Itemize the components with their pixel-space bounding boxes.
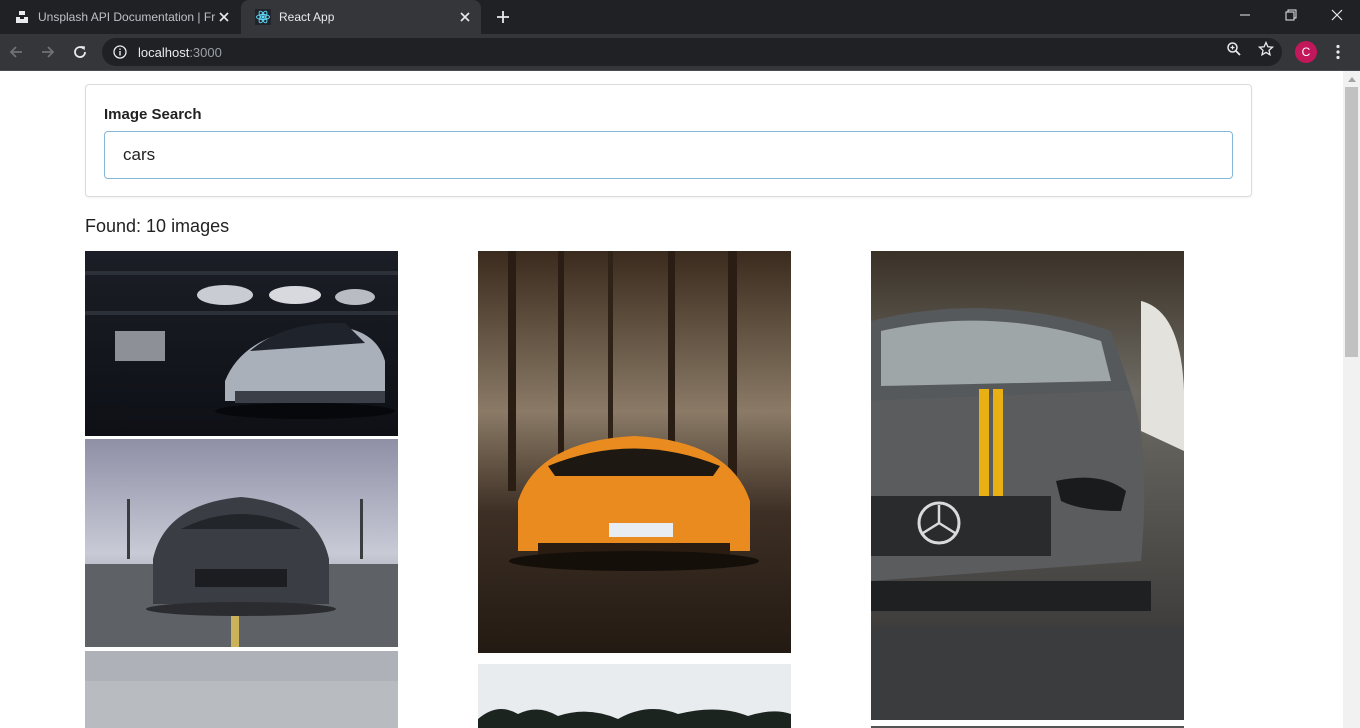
scroll-up-arrow-icon[interactable] bbox=[1343, 71, 1360, 87]
new-tab-icon[interactable] bbox=[490, 5, 516, 29]
tab-strip: Unsplash API Documentation | Fr React Ap… bbox=[0, 0, 1360, 34]
search-label: Image Search bbox=[104, 106, 202, 123]
zoom-icon[interactable] bbox=[1225, 40, 1243, 58]
result-image[interactable] bbox=[85, 439, 398, 647]
result-image[interactable] bbox=[85, 251, 398, 436]
site-info-icon[interactable] bbox=[112, 44, 128, 60]
restore-icon[interactable] bbox=[1268, 0, 1314, 30]
tab-unsplash-docs[interactable]: Unsplash API Documentation | Fr bbox=[0, 0, 240, 34]
bookmark-star-icon[interactable] bbox=[1257, 40, 1275, 58]
react-favicon-icon bbox=[255, 9, 271, 25]
page-scrollbar[interactable] bbox=[1343, 71, 1360, 728]
image-orange-supercar bbox=[478, 251, 791, 653]
result-image[interactable] bbox=[85, 651, 398, 728]
reload-icon[interactable] bbox=[68, 40, 92, 64]
search-card: Image Search bbox=[85, 84, 1252, 197]
browser-toolbar: localhost:3000 C bbox=[0, 34, 1360, 71]
search-input[interactable] bbox=[104, 131, 1233, 179]
result-count: Found: 10 images bbox=[85, 216, 230, 236]
image-overcast-sky bbox=[85, 651, 398, 728]
forward-arrow-icon[interactable] bbox=[36, 40, 60, 64]
result-image[interactable] bbox=[871, 251, 1184, 720]
tab-title: Unsplash API Documentation | Fr bbox=[38, 10, 216, 24]
image-treeline bbox=[478, 664, 791, 728]
kebab-menu-icon[interactable] bbox=[1328, 40, 1348, 64]
close-tab-icon[interactable] bbox=[216, 9, 232, 25]
close-window-icon[interactable] bbox=[1314, 0, 1360, 30]
scrollbar-thumb[interactable] bbox=[1345, 87, 1358, 357]
profile-avatar[interactable]: C bbox=[1295, 41, 1317, 63]
minimize-icon[interactable] bbox=[1222, 0, 1268, 30]
result-image[interactable] bbox=[478, 664, 791, 728]
tab-react-app[interactable]: React App bbox=[241, 0, 481, 34]
page-viewport: Image Search Found: 10 images bbox=[0, 71, 1360, 728]
close-tab-icon[interactable] bbox=[457, 9, 473, 25]
result-image[interactable] bbox=[478, 251, 791, 653]
image-garage-muscle-car bbox=[85, 251, 398, 436]
image-grey-sports-car bbox=[85, 439, 398, 647]
back-arrow-icon[interactable] bbox=[4, 40, 28, 64]
image-grey-sedan-yellow-stripe bbox=[871, 251, 1184, 720]
url-port: :3000 bbox=[189, 44, 222, 60]
tab-title: React App bbox=[279, 10, 335, 24]
address-bar[interactable]: localhost:3000 bbox=[102, 38, 1282, 66]
unsplash-favicon-icon bbox=[14, 9, 30, 25]
url-host: localhost bbox=[138, 44, 190, 60]
